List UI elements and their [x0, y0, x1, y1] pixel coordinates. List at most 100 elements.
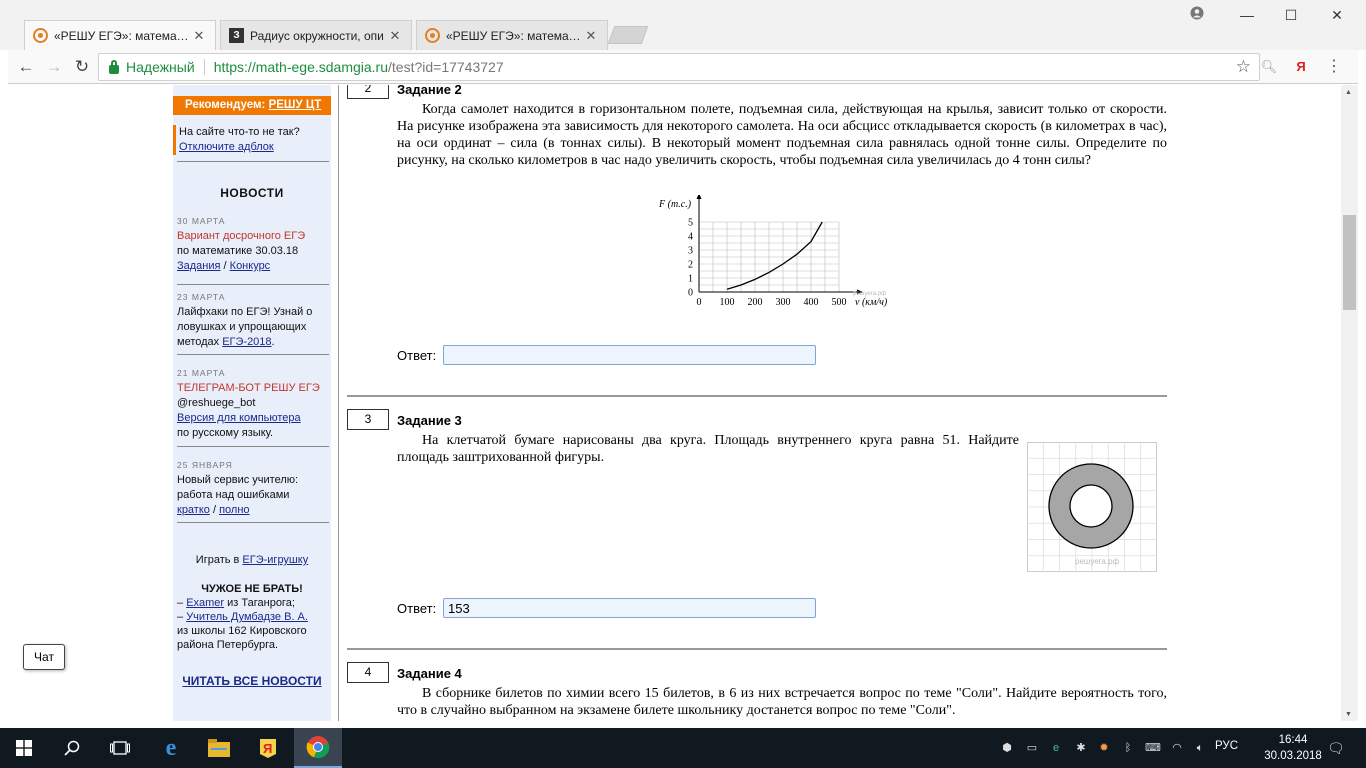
reshu-ct-link[interactable]: РЕШУ ЦТ [269, 99, 322, 111]
full-link[interactable]: полно [219, 504, 249, 516]
y-tick-label: 4 [688, 232, 693, 243]
close-icon[interactable]: ✕ [387, 28, 403, 44]
keyboard-icon[interactable]: ⌨ [1145, 741, 1161, 755]
windows-start-icon[interactable] [0, 728, 48, 768]
ege-2018-link[interactable]: ЕГЭ-2018 [222, 336, 271, 348]
lock-icon [109, 59, 119, 74]
display-icon[interactable]: ▭ [1025, 741, 1039, 755]
scrollbar-thumb[interactable] [1343, 215, 1356, 310]
news-item: 25 ЯНВАРЯ Новый сервис учителю: работа н… [177, 460, 329, 518]
scroll-up-icon[interactable]: ▲ [1345, 89, 1352, 96]
wifi-icon[interactable]: ◠ [1170, 741, 1184, 755]
tab-reshu-ege-2[interactable]: «РЕШУ ЕГЭ»: математика ✕ [416, 20, 608, 50]
clock-date: 30.03.2018 [1264, 750, 1322, 762]
read-all-news-link[interactable]: ЧИТАТЬ ВСЕ НОВОСТИ [173, 674, 331, 689]
edge-icon[interactable]: e [147, 728, 195, 768]
reshu-ege-icon [33, 28, 48, 43]
play-prefix: Играть в [195, 554, 243, 566]
disable-adblock-link[interactable]: Отключите адблок [179, 141, 274, 153]
y-axis-label: F (т.с.) [659, 199, 692, 210]
back-button[interactable]: ← [14, 55, 38, 79]
tab-reshu-ege-1[interactable]: «РЕШУ ЕГЭ»: математика ✕ [24, 20, 216, 50]
news-headline-link[interactable]: Вариант досрочного ЕГЭ [177, 229, 329, 244]
close-window-button[interactable]: ✕ [1314, 4, 1360, 26]
x-tick-label: 200 [748, 297, 763, 308]
desktop-version-link[interactable]: Версия для компьютера [177, 412, 301, 424]
yandex-extension-icon[interactable]: Я [1292, 58, 1310, 76]
examer-link[interactable]: Examer [186, 597, 224, 609]
task-separator [347, 648, 1167, 650]
profile-icon[interactable] [1174, 4, 1220, 26]
task-number: 2 [347, 85, 389, 99]
volume-icon[interactable]: 🔈︎ [1193, 741, 1207, 755]
news-text: . [271, 336, 275, 348]
x-tick-label: 0 [697, 297, 702, 308]
address-bar[interactable]: Надежный https://math-ege.sdamgia.ru/tes… [98, 53, 1260, 81]
edge-tray-icon[interactable]: e [1049, 741, 1063, 755]
news-heading: НОВОСТИ [220, 186, 284, 200]
browser-toolbar: ← → ↻ Надежный https://math-ege.sdamgia.… [8, 50, 1358, 84]
page-content: Рекомендуем: РЕШУ ЦТ На сайте что-то не … [8, 85, 1358, 721]
close-icon[interactable]: ✕ [583, 28, 599, 44]
news-text: по русскому языку. [177, 427, 274, 439]
chrome-icon[interactable] [294, 728, 342, 768]
star-icon[interactable]: ☆ [1236, 57, 1251, 77]
news-headline-link[interactable]: ТЕЛЕГРАМ-БОТ РЕШУ ЕГЭ [177, 381, 329, 396]
yandex-browser-icon[interactable]: Я [244, 728, 292, 768]
forward-button[interactable]: → [42, 55, 66, 79]
file-explorer-icon[interactable] [195, 728, 243, 768]
sidebar: Рекомендуем: РЕШУ ЦТ На сайте что-то не … [173, 85, 331, 721]
tasks-link[interactable]: Задания [177, 260, 220, 272]
y-tick-labels: 0 1 2 3 4 5 [688, 218, 693, 299]
answer-input-task-2[interactable] [443, 345, 816, 365]
task-view-icon[interactable] [96, 728, 144, 768]
news-text: @reshuege_bot [177, 397, 256, 409]
warning-title: ЧУЖОЕ НЕ БРАТЬ! [201, 583, 303, 595]
divider [177, 161, 329, 162]
news-text: по математике 30.03.18 [177, 245, 299, 257]
teacher-link[interactable]: Учитель Думбадзе В. А. [186, 611, 308, 623]
x-tick-labels: 0 100 200 300 400 500 [697, 297, 847, 308]
tab-title: «РЕШУ ЕГЭ»: математика [54, 28, 191, 43]
search-icon[interactable] [48, 728, 96, 768]
task-title: Задание 3 [397, 413, 462, 428]
chat-button[interactable]: Чат [23, 644, 65, 670]
scroll-down-icon[interactable]: ▼ [1345, 711, 1352, 718]
dash: – [177, 611, 187, 623]
minimize-button[interactable]: — [1224, 4, 1270, 26]
news-date: 30 МАРТА [177, 216, 226, 226]
shield-icon[interactable]: ⬢ [1000, 741, 1014, 755]
input-language[interactable]: РУС [1215, 740, 1238, 752]
warning-line: из Таганрога; [224, 597, 295, 609]
inner-circle [1069, 484, 1113, 528]
news-date: 23 МАРТА [177, 292, 226, 302]
divider [177, 446, 329, 447]
contest-link[interactable]: Конкурс [230, 260, 271, 272]
clock[interactable]: 16:44 30.03.2018 [1264, 732, 1322, 764]
reload-button[interactable]: ↻ [70, 55, 94, 79]
bluetooth-icon[interactable]: ᛒ [1121, 741, 1135, 755]
sun-icon[interactable]: ✹ [1097, 741, 1111, 755]
clock-time: 16:44 [1278, 734, 1308, 746]
new-tab-button[interactable] [607, 26, 649, 44]
search-extension-icon[interactable]: 🔍︎ [1260, 58, 1278, 76]
answer-label: Ответ: [397, 601, 437, 616]
ege-game-link[interactable]: ЕГЭ-игрушку [242, 554, 308, 566]
news-date: 25 ЯНВАРЯ [177, 460, 233, 470]
y-tick-label: 1 [688, 274, 693, 285]
tray-app-icon[interactable]: ✱ [1074, 741, 1088, 755]
y-tick-label: 0 [688, 288, 693, 299]
x-tick-label: 100 [720, 297, 735, 308]
answer-input-task-3[interactable] [443, 598, 816, 618]
close-icon[interactable]: ✕ [191, 28, 207, 44]
tab-znanija[interactable]: З Радиус окружности, опи ✕ [220, 20, 412, 50]
znanija-icon: З [229, 28, 244, 43]
page-scrollbar[interactable]: ▲ ▼ [1341, 85, 1358, 721]
brief-link[interactable]: кратко [177, 504, 210, 516]
recommend-prefix: Рекомендуем: [185, 99, 266, 111]
notifications-icon[interactable]: 🗨︎ [1327, 741, 1345, 755]
x-tick-label: 500 [832, 297, 847, 308]
maximize-button[interactable]: ☐ [1268, 4, 1314, 26]
menu-icon[interactable]: ⋮ [1325, 58, 1343, 76]
news-text: Лайфхаки по ЕГЭ! Узнай о [177, 306, 313, 318]
